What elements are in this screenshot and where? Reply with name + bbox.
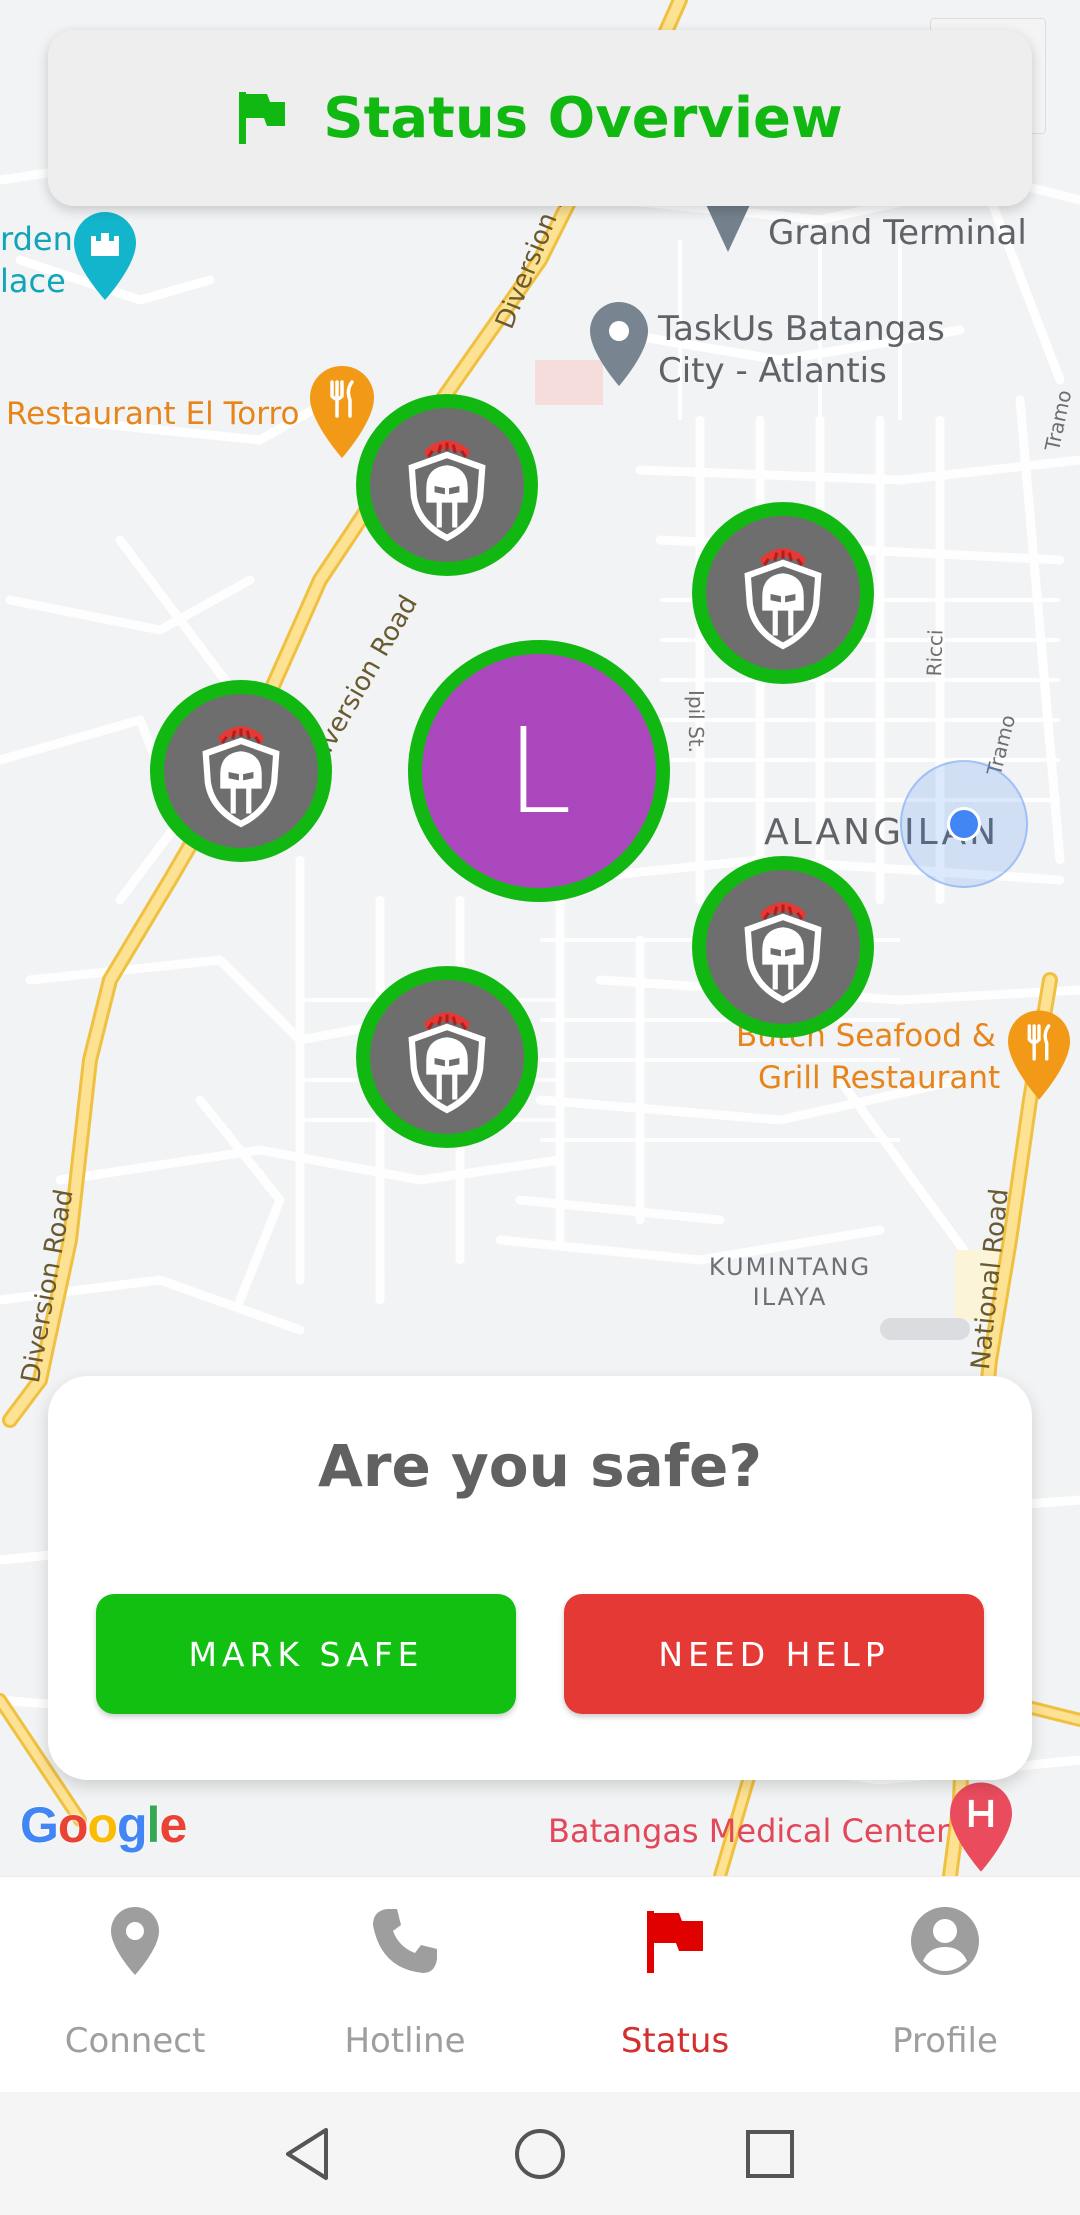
- team-member-marker[interactable]: [356, 966, 538, 1148]
- nav-item-hotline[interactable]: Hotline: [270, 1877, 540, 2093]
- team-member-marker[interactable]: [692, 856, 874, 1038]
- map-label-garden: rden: [0, 220, 73, 258]
- nav-label-status: Status: [620, 2021, 730, 2061]
- shield-logo-icon: [731, 536, 835, 650]
- flag-icon: [239, 92, 286, 144]
- phone-icon: [373, 1909, 437, 1973]
- area-label-ilaya: ILAYA: [752, 1283, 828, 1311]
- nav-label-connect: Connect: [64, 2021, 206, 2061]
- safety-question: Are you safe?: [317, 1432, 763, 1500]
- shield-logo-icon: [395, 428, 499, 542]
- safety-check-card: Are you safe? MARK SAFE NEED HELP: [48, 1376, 1032, 1780]
- team-member-marker[interactable]: [356, 394, 538, 576]
- area-label-kumintang-ilaya: KUMINTANG ILAYA: [690, 1252, 890, 1312]
- area-label-kumintang: KUMINTANG: [708, 1253, 872, 1281]
- map-label-restaurant-el-torro: Restaurant El Torro: [6, 396, 300, 432]
- system-navigation-bar: [0, 2092, 1080, 2215]
- nav-label-profile: Profile: [892, 2021, 998, 2061]
- my-location-dot: [947, 807, 981, 841]
- map-label-taskus-line2: City - Atlantis: [658, 351, 887, 391]
- account-circle-icon: [911, 1907, 979, 1975]
- map-label-taskus: TaskUs Batangas: [658, 309, 945, 349]
- map-label-place: lace: [0, 262, 66, 300]
- page-title: Status Overview: [323, 85, 843, 151]
- shield-logo-icon: [731, 890, 835, 1004]
- map-label-batangas-medical: Batangas Medical Center: [548, 1812, 950, 1850]
- hospital-place-icon[interactable]: [950, 1782, 1012, 1876]
- nav-item-connect[interactable]: Connect: [0, 1877, 270, 2093]
- team-member-marker[interactable]: [150, 680, 332, 862]
- nav-item-profile[interactable]: Profile: [810, 1877, 1080, 2093]
- map-label-grand-terminal: Grand Terminal: [768, 213, 1027, 253]
- google-logo: Google: [20, 1797, 187, 1853]
- avatar-letter: L: [506, 702, 572, 840]
- recents-icon[interactable]: [738, 2122, 802, 2186]
- user-avatar-marker[interactable]: L: [408, 640, 670, 902]
- bottom-navigation: Connect Hotline Status Profile: [0, 1876, 1080, 2092]
- team-member-marker[interactable]: [692, 502, 874, 684]
- home-icon[interactable]: [508, 2122, 572, 2186]
- street-label-ricci: Ricci: [922, 629, 948, 677]
- street-label-ipil: Ipil St.: [684, 690, 708, 753]
- nav-item-status[interactable]: Status: [540, 1877, 810, 2093]
- nav-label-hotline: Hotline: [344, 2021, 466, 2061]
- mark-safe-button[interactable]: MARK SAFE: [96, 1594, 516, 1714]
- location-pin-icon: [111, 1907, 159, 1975]
- shield-logo-icon: [395, 1000, 499, 1114]
- header-card: Status Overview: [48, 30, 1032, 206]
- need-help-button[interactable]: NEED HELP: [564, 1594, 984, 1714]
- castle-place-icon[interactable]: [74, 212, 136, 305]
- back-icon[interactable]: [276, 2122, 340, 2186]
- flag-icon: [647, 1911, 703, 1973]
- restaurant-place-icon[interactable]: [1008, 1010, 1070, 1105]
- office-place-icon[interactable]: [590, 302, 648, 391]
- map-label-grill-restaurant: Grill Restaurant: [758, 1060, 1001, 1096]
- shield-logo-icon: [189, 714, 293, 828]
